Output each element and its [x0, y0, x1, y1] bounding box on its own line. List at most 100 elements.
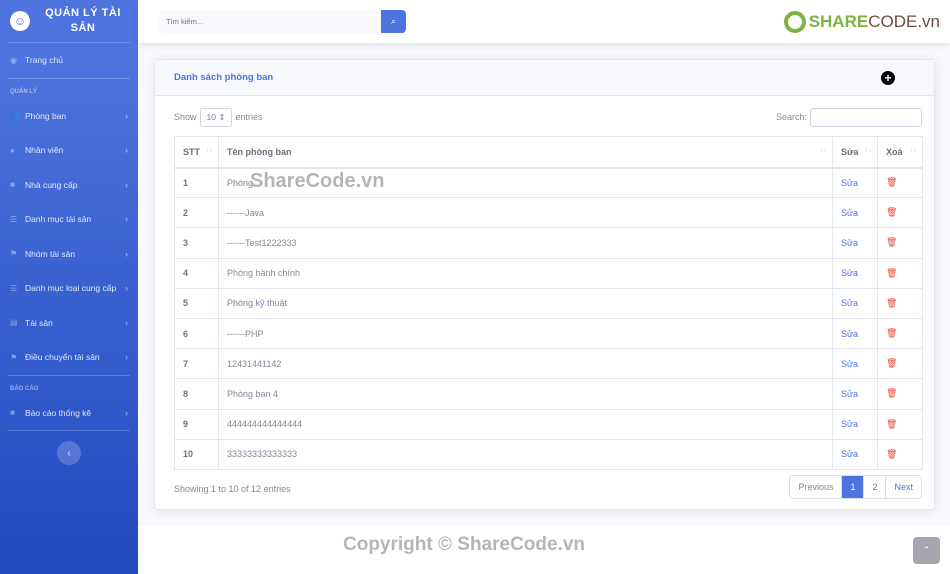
trash-icon[interactable]: 🗑 — [886, 419, 897, 429]
section-heading-report: BÁO CÁO — [10, 385, 39, 392]
user-icon: ● — [10, 145, 15, 155]
laugh-wink-icon: ☺ — [10, 11, 30, 31]
name-cell: Phòng ban 4 — [218, 378, 833, 410]
table-row: 6 ------PHP Sửa 🗑 — [174, 317, 923, 350]
dashboard-icon: ◉ — [10, 55, 17, 65]
list-icon: ☰ — [10, 283, 18, 293]
table-search-input[interactable] — [810, 108, 922, 127]
label: Nhóm tài sản — [25, 248, 76, 259]
stt-cell: 6 — [174, 317, 219, 350]
card-title: Danh sách phòng ban — [174, 72, 274, 83]
list-icon: ☰ — [10, 214, 18, 224]
label: Nhân viên — [25, 145, 64, 156]
sidebar-item[interactable]: ⚑ Nhóm tài sản › — [0, 237, 138, 272]
page-button[interactable]: Previous — [790, 476, 841, 498]
edit-link[interactable]: Sửa — [841, 238, 858, 248]
label: Phòng ban — [25, 110, 67, 121]
chevron-right-icon: › — [125, 179, 128, 190]
brand[interactable]: ☺ QUẢN LÝ TÀI SẢN — [0, 0, 138, 42]
name-cell: Phòng kỹ thuật — [218, 287, 833, 319]
label: Danh mục loại cung cấp — [25, 283, 117, 294]
pagination: Previous 1 2 Next — [789, 475, 922, 499]
edit-link[interactable]: Sửa — [841, 268, 858, 278]
label: Báo cáo thống kê — [25, 407, 92, 418]
show-label: Show — [174, 112, 197, 122]
sidebar-item[interactable]: 👥 Phòng ban › — [0, 99, 138, 134]
department-card: Danh sách phòng ban + Show 10 ⇕ entries Se… — [154, 59, 935, 510]
trash-icon[interactable]: 🗑 — [886, 388, 897, 398]
chevron-right-icon: › — [125, 317, 128, 328]
trash-icon[interactable]: 🗑 — [886, 177, 897, 187]
sidebar-item[interactable]: ● Nhân viên › — [0, 133, 138, 168]
table-search-label: Search: — [775, 111, 807, 122]
edit-link[interactable]: Sửa — [841, 298, 858, 308]
footer — [138, 526, 950, 574]
label: Điều chuyển tài sản — [25, 352, 100, 363]
topbar: ⌕ SHARECODE.vn — [138, 0, 950, 43]
stt-cell: 4 — [174, 257, 219, 289]
column-header[interactable]: Xoá ↑↓ — [877, 136, 923, 169]
stt-cell: 2 — [174, 197, 219, 229]
table-row: 5 Phòng kỹ thuật Sửa 🗑 — [174, 287, 923, 319]
name-cell: Phòng hành chính — [218, 257, 833, 289]
add-department-button[interactable]: + — [881, 70, 895, 85]
page-button[interactable]: 2 — [863, 476, 885, 498]
edit-link[interactable]: Sửa — [841, 208, 858, 218]
label: Tài sản — [25, 317, 53, 328]
sidebar-item[interactable]: ⚑ Điều chuyển tài sản › — [0, 340, 138, 375]
page-button[interactable]: 1 — [841, 476, 864, 498]
trash-icon[interactable]: 🗑 — [886, 207, 897, 217]
trash-icon[interactable]: 🗑 — [886, 358, 897, 368]
column-header[interactable]: Sửa ↑↓ — [832, 136, 878, 169]
folder-icon: ■ — [10, 408, 15, 418]
sidebar-item[interactable]: ☰ Danh mục tài sản › — [0, 202, 138, 237]
entries-label: entries — [235, 112, 263, 122]
sidebar-item[interactable]: ▤ Tài sản › — [0, 306, 138, 341]
file-icon: ▤ — [10, 318, 18, 328]
stt-cell: 5 — [174, 287, 219, 319]
table-row: 9 444444444444444 Sửa 🗑 — [174, 408, 923, 440]
table-row: 7 12431441142 Sửa 🗑 — [174, 348, 923, 380]
stt-cell: 8 — [174, 378, 219, 410]
edit-link[interactable]: Sửa — [841, 389, 858, 399]
entries-select[interactable]: 10 ⇕ — [199, 108, 233, 127]
sidebar: ☺ QUẢN LÝ TÀI SẢN ◉ Trang chủ QUẢN LÝ 👥 Ph… — [0, 0, 138, 574]
trash-icon[interactable]: 🗑 — [886, 449, 897, 459]
edit-link[interactable]: Sửa — [841, 329, 858, 339]
trash-icon[interactable]: 🗑 — [886, 298, 897, 308]
search-button[interactable]: ⌕ — [381, 10, 406, 33]
flag-icon: ⚑ — [10, 249, 18, 259]
table-info: Showing 1 to 10 of 12 entries — [174, 484, 291, 494]
search-input[interactable] — [159, 10, 381, 33]
sidebar-item[interactable]: ■ Nhà cung cấp › — [0, 168, 138, 203]
scroll-to-top-button[interactable]: ⌃ — [913, 537, 940, 564]
table-row: 3 ------Test1222333 Sửa 🗑 — [174, 227, 923, 259]
flag-icon: ⚑ — [10, 352, 18, 362]
chevron-right-icon: › — [125, 110, 128, 121]
stt-cell: 3 — [174, 227, 219, 259]
page-button[interactable]: Next — [885, 476, 921, 498]
stt-cell: 7 — [174, 348, 219, 380]
edit-link[interactable]: Sửa — [841, 449, 858, 459]
chevron-right-icon: › — [125, 407, 128, 418]
trash-icon[interactable]: 🗑 — [886, 237, 897, 247]
sharecode-logo: SHARE CODE.vn — [783, 11, 940, 33]
chevron-right-icon: › — [125, 248, 128, 259]
name-cell: 12431441142 — [218, 348, 833, 380]
users-icon: 👥 — [10, 111, 20, 121]
column-header[interactable]: Tên phòng ban ↑↓ — [218, 136, 833, 169]
table-row: 4 Phòng hành chính Sửa 🗑 — [174, 257, 923, 289]
edit-link[interactable]: Sửa — [841, 359, 858, 369]
name-cell: ------PHP — [218, 317, 833, 350]
label: Trang chủ — [25, 55, 63, 66]
sidebar-item[interactable]: ☰ Danh mục loại cung cấp › — [0, 271, 138, 306]
trash-icon[interactable]: 🗑 — [886, 328, 897, 338]
sidebar-item-home[interactable]: ◉ Trang chủ — [0, 43, 138, 78]
sidebar-item-report[interactable]: ■ Báo cáo thống kê › — [0, 396, 138, 431]
trash-icon[interactable]: 🗑 — [886, 268, 897, 278]
edit-link[interactable]: Sửa — [841, 419, 858, 429]
sidebar-toggle-button[interactable]: ‹ — [57, 441, 81, 465]
column-header[interactable]: STT ↑↓ — [174, 136, 219, 169]
name-cell: 444444444444444 — [218, 408, 833, 440]
edit-link[interactable]: Sửa — [841, 178, 858, 188]
